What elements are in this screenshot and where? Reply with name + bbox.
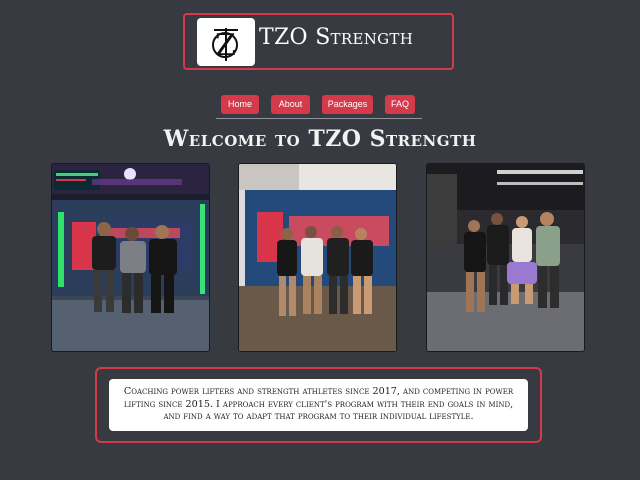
nav-faq-button[interactable]: FAQ: [385, 95, 415, 114]
medalists-image: [239, 164, 396, 351]
nav-home-button[interactable]: Home: [221, 95, 259, 114]
brand-name: TZO Strength: [259, 25, 414, 50]
about-section: Coaching power lifters and strength athl…: [95, 367, 542, 443]
photo-three-lifters: [51, 163, 210, 352]
nav-divider: [216, 118, 422, 119]
photo-medalists: [238, 163, 397, 352]
about-text: Coaching power lifters and strength athl…: [109, 379, 528, 431]
photo-gym-group: [426, 163, 585, 352]
tzo-logo-icon[interactable]: Z: [197, 18, 255, 66]
nav-about-button[interactable]: About: [271, 95, 310, 114]
brand-header[interactable]: Z TZO Strength: [183, 13, 454, 70]
page-title: Welcome to TZO Strength: [163, 126, 477, 152]
main-nav: Home About Packages FAQ: [0, 95, 640, 115]
three-lifters-image: [52, 164, 209, 351]
gym-group-image: [427, 164, 584, 351]
nav-packages-button[interactable]: Packages: [322, 95, 373, 114]
